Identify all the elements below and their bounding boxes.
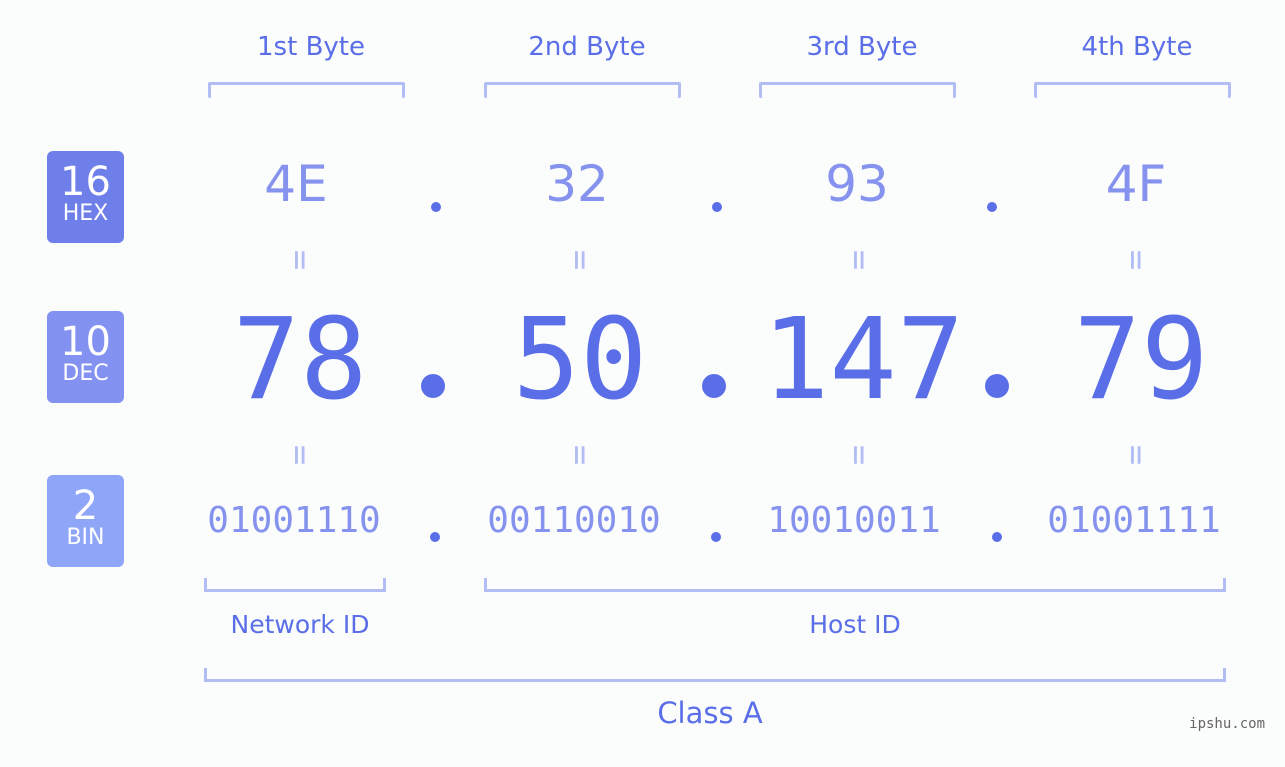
dec-value-2: 50 bbox=[512, 295, 648, 425]
equals-icon: = bbox=[280, 444, 320, 466]
bin-dot-3 bbox=[992, 532, 1002, 542]
byte-bracket-1 bbox=[208, 82, 405, 98]
equals-icon: = bbox=[839, 444, 879, 466]
byte-bracket-2 bbox=[484, 82, 681, 98]
hex-label: HEX bbox=[62, 201, 109, 226]
class-bracket bbox=[204, 668, 1226, 682]
equals-icon: = bbox=[280, 249, 320, 271]
host-id-label: Host ID bbox=[809, 610, 901, 639]
dec-dot-3 bbox=[985, 374, 1009, 398]
dec-dot-1 bbox=[421, 374, 445, 398]
equals-icon: = bbox=[1116, 249, 1156, 271]
bin-value-4: 01001111 bbox=[1047, 500, 1221, 541]
dec-base: 10 bbox=[60, 319, 111, 365]
equals-icon: = bbox=[1116, 444, 1156, 466]
network-id-bracket bbox=[204, 578, 386, 592]
class-label: Class A bbox=[657, 696, 763, 730]
equals-icon: = bbox=[839, 249, 879, 271]
hex-base: 16 bbox=[60, 159, 111, 205]
dec-value-1: 78 bbox=[232, 295, 368, 425]
equals-icon: = bbox=[560, 249, 600, 271]
bin-value-3: 10010011 bbox=[767, 500, 941, 541]
byte-label-2: 2nd Byte bbox=[528, 32, 646, 62]
bin-label: BIN bbox=[66, 525, 105, 550]
hex-value-2: 32 bbox=[545, 155, 609, 213]
dec-label: DEC bbox=[62, 361, 109, 386]
dec-badge: 10 DEC bbox=[47, 311, 124, 403]
byte-label-4: 4th Byte bbox=[1081, 32, 1193, 62]
network-id-label: Network ID bbox=[230, 610, 370, 639]
bin-dot-2 bbox=[711, 532, 721, 542]
hex-value-1: 4E bbox=[264, 155, 328, 213]
equals-icon: = bbox=[560, 444, 600, 466]
byte-bracket-4 bbox=[1034, 82, 1231, 98]
hex-dot-2 bbox=[712, 202, 722, 212]
dec-value-3: 147 bbox=[762, 295, 965, 425]
byte-label-1: 1st Byte bbox=[257, 32, 365, 62]
hex-dot-1 bbox=[431, 202, 441, 212]
hex-value-3: 93 bbox=[825, 155, 889, 213]
hex-value-4: 4F bbox=[1105, 155, 1167, 213]
byte-label-3: 3rd Byte bbox=[806, 32, 918, 62]
watermark: ipshu.com bbox=[1189, 716, 1265, 732]
host-id-bracket bbox=[484, 578, 1226, 592]
bin-value-1: 01001110 bbox=[207, 500, 381, 541]
dec-value-4: 79 bbox=[1073, 295, 1209, 425]
dec-dot-2 bbox=[702, 374, 726, 398]
byte-bracket-3 bbox=[759, 82, 956, 98]
bin-dot-1 bbox=[430, 532, 440, 542]
bin-badge: 2 BIN bbox=[47, 475, 124, 567]
hex-badge: 16 HEX bbox=[47, 151, 124, 243]
hex-dot-3 bbox=[987, 202, 997, 212]
bin-base: 2 bbox=[72, 483, 99, 529]
bin-value-2: 00110010 bbox=[487, 500, 661, 541]
